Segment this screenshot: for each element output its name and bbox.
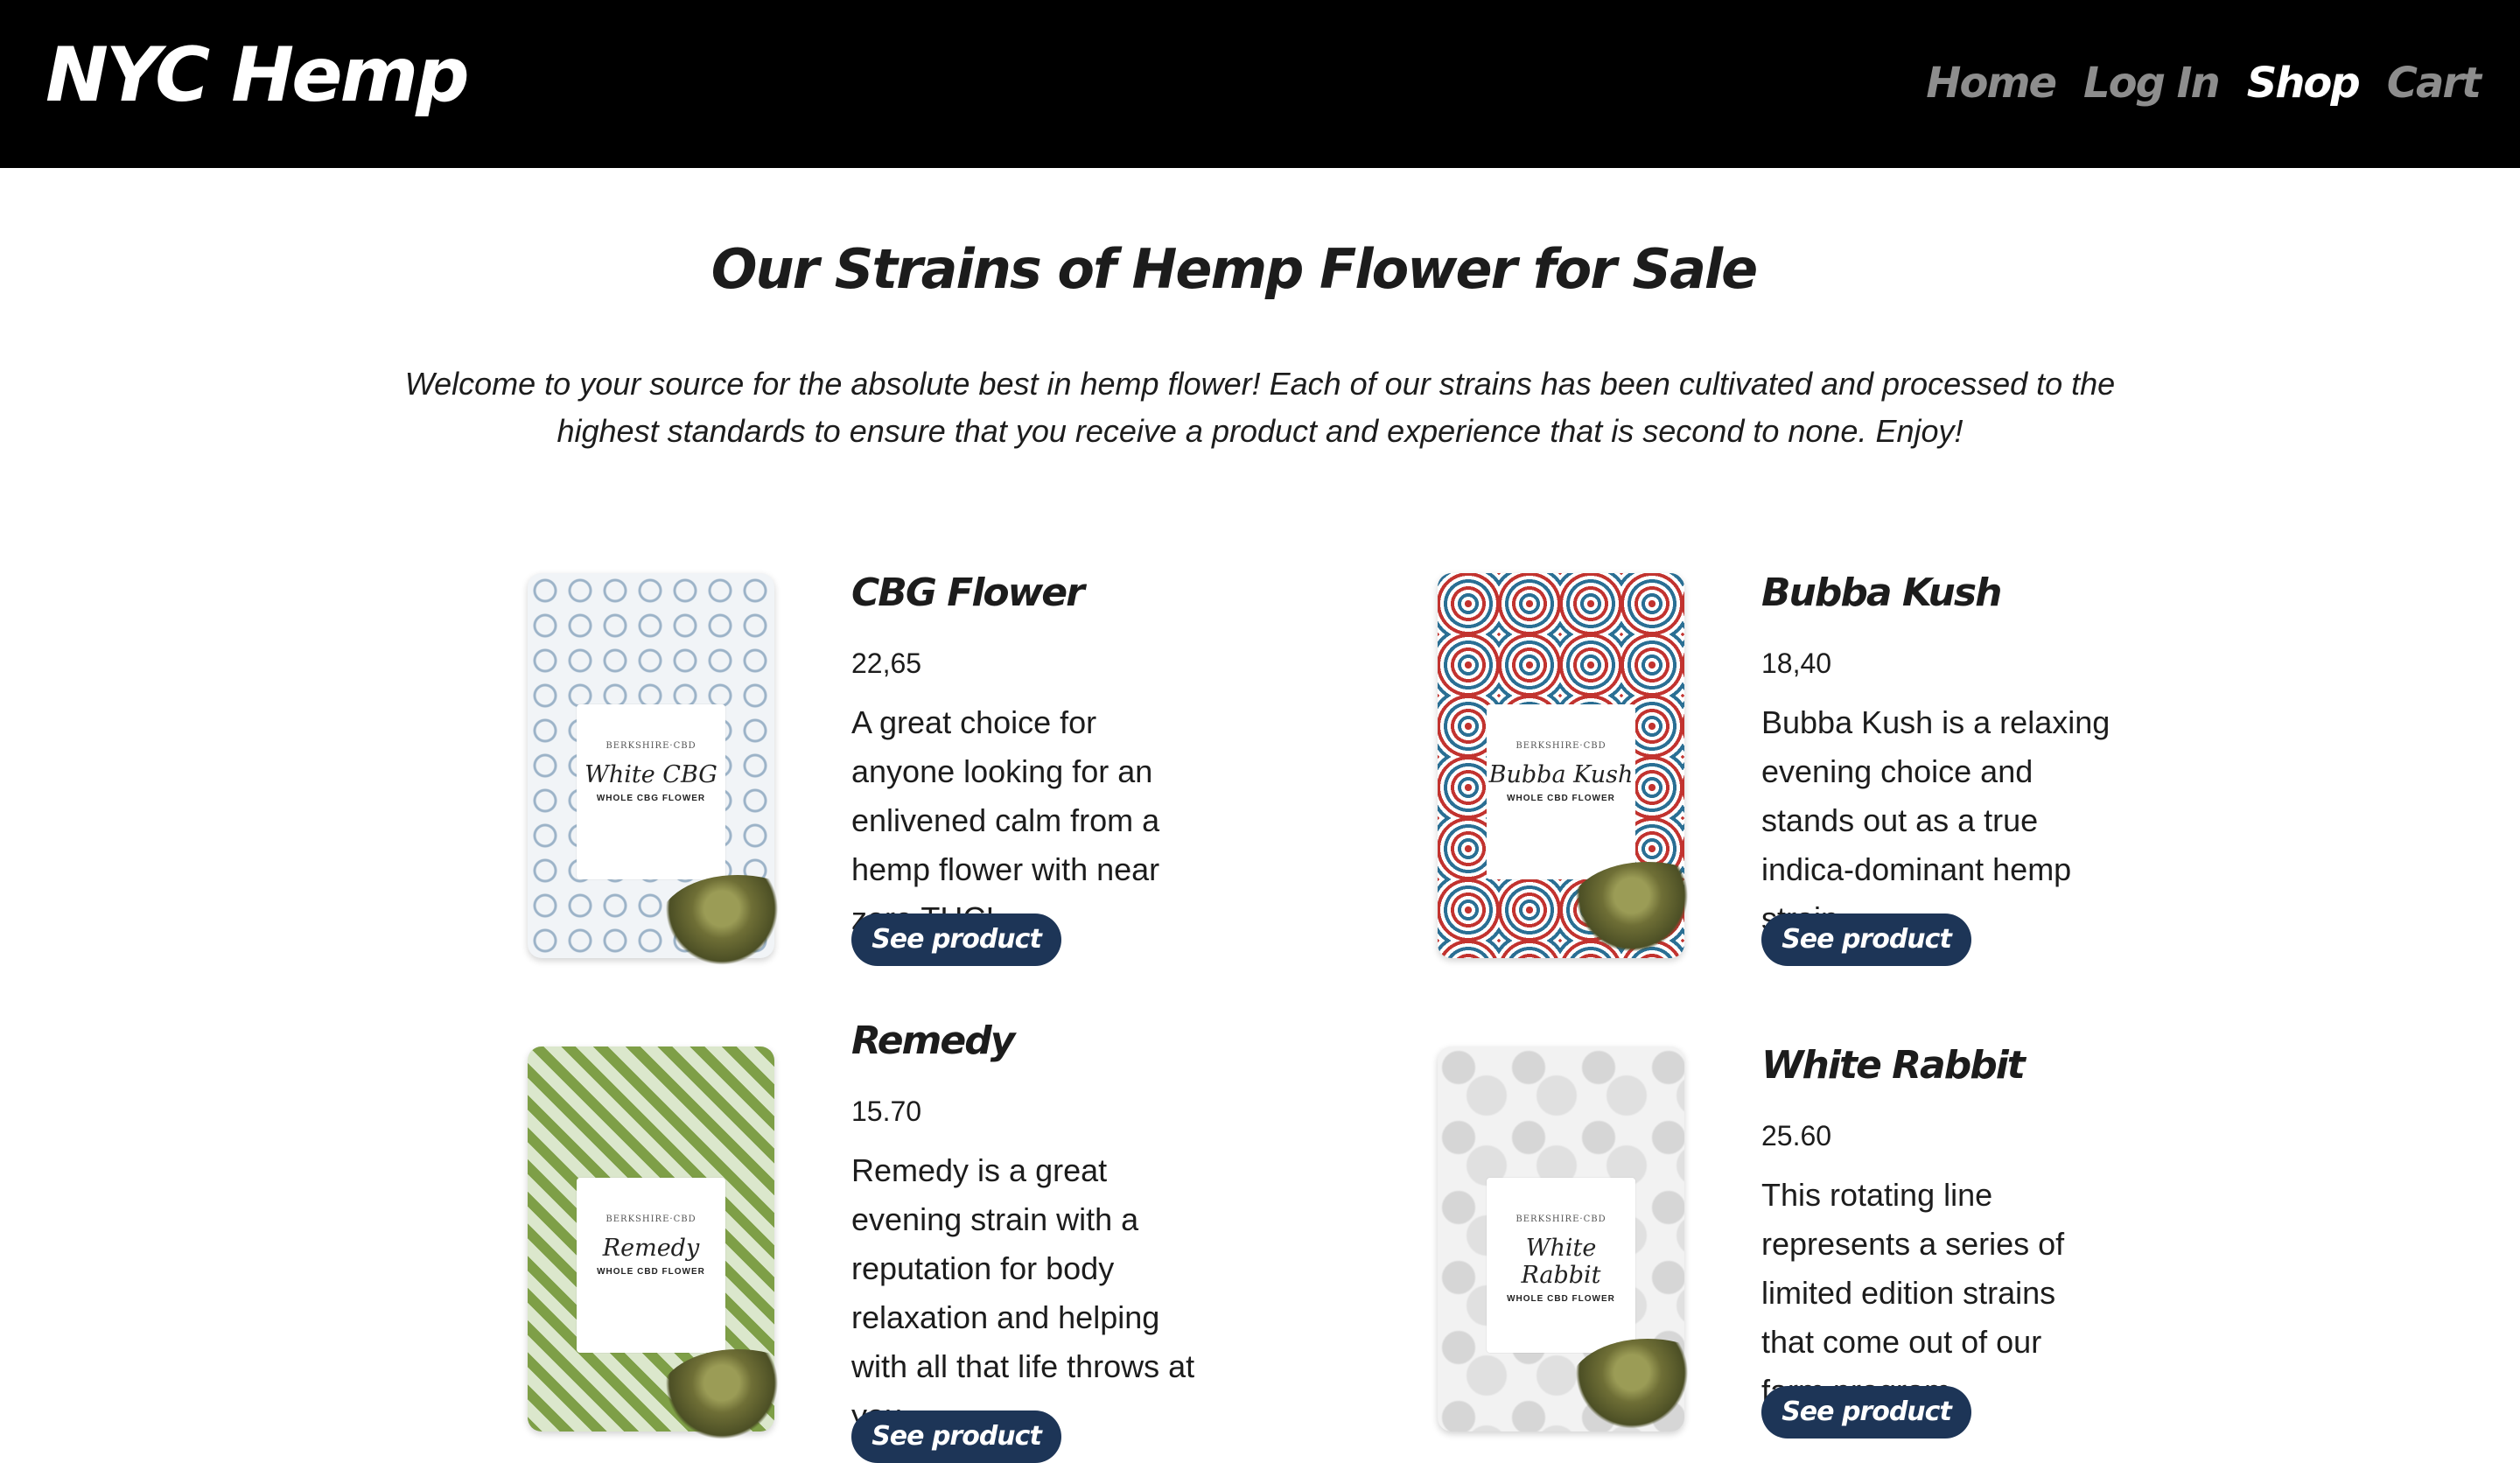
- product-description: Remedy is a great evening strain with a …: [851, 1152, 1195, 1433]
- flower-bud-image: [659, 1349, 816, 1446]
- see-product-button[interactable]: See product: [851, 914, 1061, 966]
- product-name: CBG Flower: [851, 570, 1085, 615]
- product-name: White Rabbit: [1761, 1043, 2026, 1088]
- product-description: Bubba Kush is a relaxing evening choice …: [1761, 704, 2110, 936]
- package-subtitle: WHOLE CBD FLOWER: [597, 1267, 705, 1277]
- nav-shop-link[interactable]: Shop: [2247, 52, 2361, 114]
- product-card: BERKSHIRE·CBD Remedy WHOLE CBD FLOWER Re…: [528, 1017, 1245, 1463]
- package-brand: BERKSHIRE·CBD: [606, 1214, 696, 1224]
- package-name: White Rabbit: [1521, 1235, 1601, 1289]
- see-product-button[interactable]: See product: [1761, 1386, 1971, 1438]
- site-header: NYC Hemp Home Log In Shop Cart: [0, 0, 2520, 168]
- see-product-button[interactable]: See product: [851, 1410, 1061, 1463]
- package-name: Bubba Kush: [1488, 761, 1634, 788]
- flower-bud-image: [1569, 1339, 1726, 1435]
- product-name: Bubba Kush: [1761, 570, 2002, 615]
- intro-text: Welcome to your source for the absolute …: [404, 366, 2116, 449]
- main-nav: Home Log In Shop Cart: [1926, 52, 2482, 114]
- package-name: White CBG: [584, 761, 718, 788]
- nav-home-link[interactable]: Home: [1926, 52, 2057, 114]
- see-product-button[interactable]: See product: [1761, 914, 1971, 966]
- package-subtitle: WHOLE CBD FLOWER: [1507, 1294, 1615, 1304]
- flower-bud-image: [659, 875, 816, 971]
- product-price: 18,40: [1761, 648, 1832, 679]
- package-subtitle: WHOLE CBG FLOWER: [596, 794, 706, 803]
- product-description: A great choice for anyone looking for an…: [851, 704, 1160, 936]
- package-brand: BERKSHIRE·CBD: [606, 741, 696, 751]
- product-card: BERKSHIRE·CBD Bubba Kush WHOLE CBD FLOWE…: [1438, 569, 2155, 980]
- package-label: BERKSHIRE·CBD Remedy WHOLE CBD FLOWER: [577, 1178, 725, 1353]
- package-brand: BERKSHIRE·CBD: [1516, 1214, 1606, 1224]
- nav-login-link[interactable]: Log In: [2083, 52, 2221, 114]
- product-price: 15.70: [851, 1096, 922, 1127]
- package-subtitle: WHOLE CBD FLOWER: [1507, 794, 1615, 803]
- product-name: Remedy: [851, 1018, 1015, 1063]
- flower-bud-image: [1569, 862, 1726, 958]
- product-price: 25.60: [1761, 1120, 1832, 1152]
- product-price: 22,65: [851, 648, 922, 679]
- product-card: BERKSHIRE·CBD White CBG WHOLE CBG FLOWER…: [528, 569, 1245, 980]
- package-label: BERKSHIRE·CBD Bubba Kush WHOLE CBD FLOWE…: [1487, 704, 1635, 879]
- site-logo[interactable]: NYC Hemp: [46, 32, 470, 119]
- nav-cart-link[interactable]: Cart: [2387, 52, 2482, 114]
- package-brand: BERKSHIRE·CBD: [1516, 741, 1606, 751]
- package-label: BERKSHIRE·CBD White Rabbit WHOLE CBD FLO…: [1487, 1178, 1635, 1353]
- product-description: This rotating line represents a series o…: [1761, 1177, 2065, 1409]
- product-card: BERKSHIRE·CBD White Rabbit WHOLE CBD FLO…: [1438, 1041, 2155, 1438]
- page-title: Our Strains of Hemp Flower for Sale: [710, 237, 1758, 301]
- package-label: BERKSHIRE·CBD White CBG WHOLE CBG FLOWER: [577, 704, 725, 879]
- package-name: Remedy: [602, 1235, 700, 1262]
